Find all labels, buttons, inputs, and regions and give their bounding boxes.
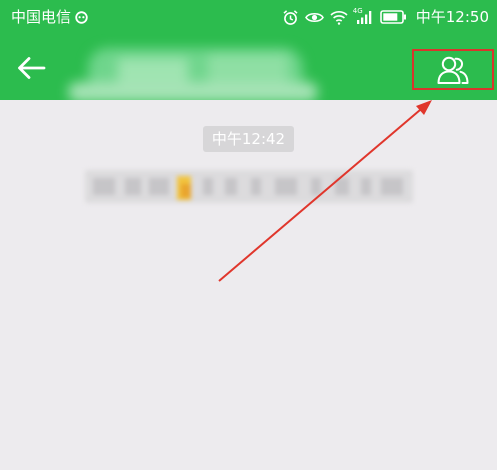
group-info-button[interactable] <box>412 49 494 90</box>
cellular-group: 4G <box>352 6 374 25</box>
status-icons: 4G 中午12:50 <box>282 7 489 27</box>
alarm-icon <box>283 9 298 25</box>
chat-message-area[interactable]: 中午12:42 <box>0 100 497 470</box>
nav-bar <box>0 34 497 102</box>
network-type-label: 4G <box>352 6 363 15</box>
chat-screen: 中国电信 4G 中午12:50 中午12:42 <box>0 0 497 470</box>
notification-icon <box>75 10 88 24</box>
wifi-icon <box>330 10 348 25</box>
battery-icon <box>379 10 406 24</box>
group-members-icon <box>437 56 469 84</box>
message-timestamp: 中午12:42 <box>203 126 294 152</box>
status-time: 中午12:50 <box>415 8 489 26</box>
chat-title-redacted <box>68 42 323 104</box>
status-bar: 中国电信 4G 中午12:50 <box>0 0 497 34</box>
arrow-left-icon <box>18 57 46 79</box>
back-button[interactable] <box>12 52 50 84</box>
eye-icon <box>304 12 324 22</box>
carrier-group: 中国电信 <box>11 7 88 27</box>
carrier-name: 中国电信 <box>11 8 72 26</box>
system-notice-redacted <box>85 170 413 203</box>
